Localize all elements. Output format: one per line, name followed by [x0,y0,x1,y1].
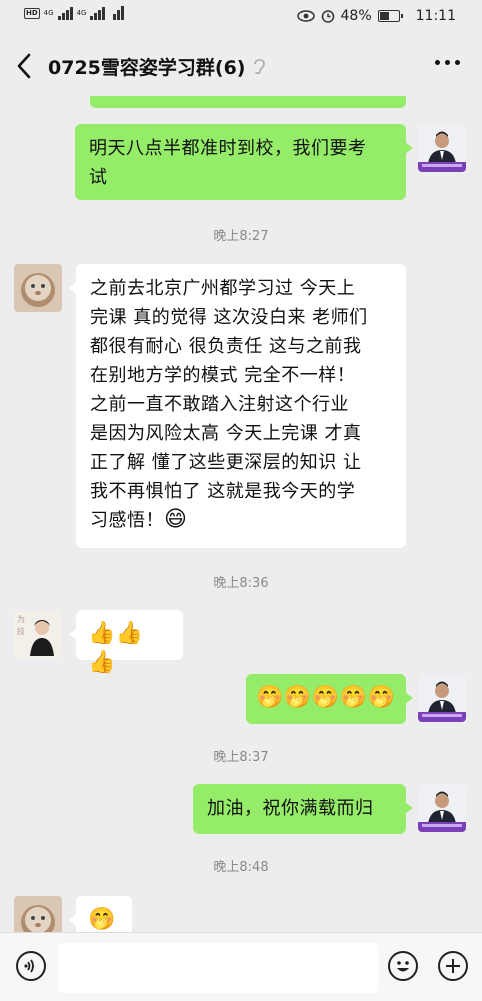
voice-icon[interactable] [16,951,46,981]
message-text-line: 都很有耐心 很负责任 这与之前我 [90,336,362,357]
message-text-line: 我不再惧怕了 这就是我今天的学 [90,481,356,502]
timestamp: 晚上8:48 [213,860,269,875]
thumbs-up-emoji: 👍👍👍 [88,621,144,675]
chat-title[interactable]: 0725雪容姿学习群(6) [48,53,245,80]
alarm-icon [321,10,334,23]
status-right: 48% 11:11 [296,8,456,24]
message-text-line: 在别地方学的模式 完全不一样！ [90,365,356,386]
avatar-member-b[interactable]: 为 技 [14,610,62,658]
message-bubble-received[interactable]: 🤭 [69,896,132,932]
timestamp: 晚上8:36 [213,576,269,591]
back-arrow-icon[interactable] [14,52,34,80]
message-text-line: 明天八点半都准时到校，我们要考 [89,138,367,159]
message-bubble-sent[interactable]: 加油，祝你满载而归 [193,784,413,834]
hand-over-mouth-emoji: 🤭🤭🤭🤭🤭 [256,685,396,710]
message-text-line: 正了解 懂了这些更深层的知识 让 [90,452,362,473]
message-bubble-received[interactable]: 👍👍👍 [69,610,183,675]
signal-icon-2 [90,6,106,20]
more-dots-icon[interactable] [435,60,460,65]
chat-header: 0725雪容姿学习群(6) [0,36,482,96]
clock: 11:11 [415,8,456,24]
avatar-self[interactable] [418,674,466,722]
status-bar: HD 4G 4G 48% 11:11 [0,0,482,36]
message-text-line: 是因为风险太高 今天上完课 才真 [90,423,362,444]
ear-icon [254,59,265,75]
grin-emoji: 😄 [164,507,188,532]
wifi-icon [113,6,125,20]
message-text-tail: 习感悟！ [90,510,164,531]
message-text-line: 之前一直不敢踏入注射这个行业 [90,394,349,415]
avatar-self[interactable] [418,124,466,172]
message-input[interactable] [58,943,378,993]
signal-icon [57,6,73,20]
message-text-line: 习感悟！😄 [90,506,392,535]
message-bubble-partial[interactable] [90,96,406,108]
avatar-self[interactable] [418,784,466,832]
message-bubble-sent[interactable]: 🤭🤭🤭🤭🤭 [246,674,413,724]
message-text: 加油，祝你满载而归 [207,798,374,819]
svg-text:为: 为 [17,614,25,624]
emoji-icon[interactable] [388,951,418,981]
message-bubble-received[interactable]: 之前去北京广州都学习过 今天上 完课 真的觉得 这次没白来 老师们 都很有耐心 … [69,264,406,548]
timestamp: 晚上8:27 [213,229,269,244]
network-type: 4G [43,8,54,17]
avatar-member-a[interactable] [14,896,62,932]
hand-over-mouth-emoji: 🤭 [88,907,116,932]
hd-badge: HD [24,7,40,19]
battery-percent: 48% [340,8,372,24]
message-text-line: 完课 真的觉得 这次没白来 老师们 [90,307,368,328]
timestamp: 晚上8:37 [213,750,269,765]
message-list[interactable]: 明天八点半都准时到校，我们要考 试 晚上8:27 之前去北京广州都学习过 今天上… [0,96,482,932]
avatar-member-a[interactable] [14,264,62,312]
plus-icon[interactable] [438,951,468,981]
network-type-2: 4G [76,8,87,17]
message-bubble-sent[interactable]: 明天八点半都准时到校，我们要考 试 [75,124,413,200]
signal-group: HD 4G 4G [24,6,125,20]
battery-icon [377,10,403,22]
eye-icon [296,10,315,22]
message-text-line: 之前去北京广州都学习过 今天上 [90,278,356,299]
message-text-line: 试 [89,167,108,188]
input-bar [0,932,482,1001]
svg-text:技: 技 [17,626,25,636]
